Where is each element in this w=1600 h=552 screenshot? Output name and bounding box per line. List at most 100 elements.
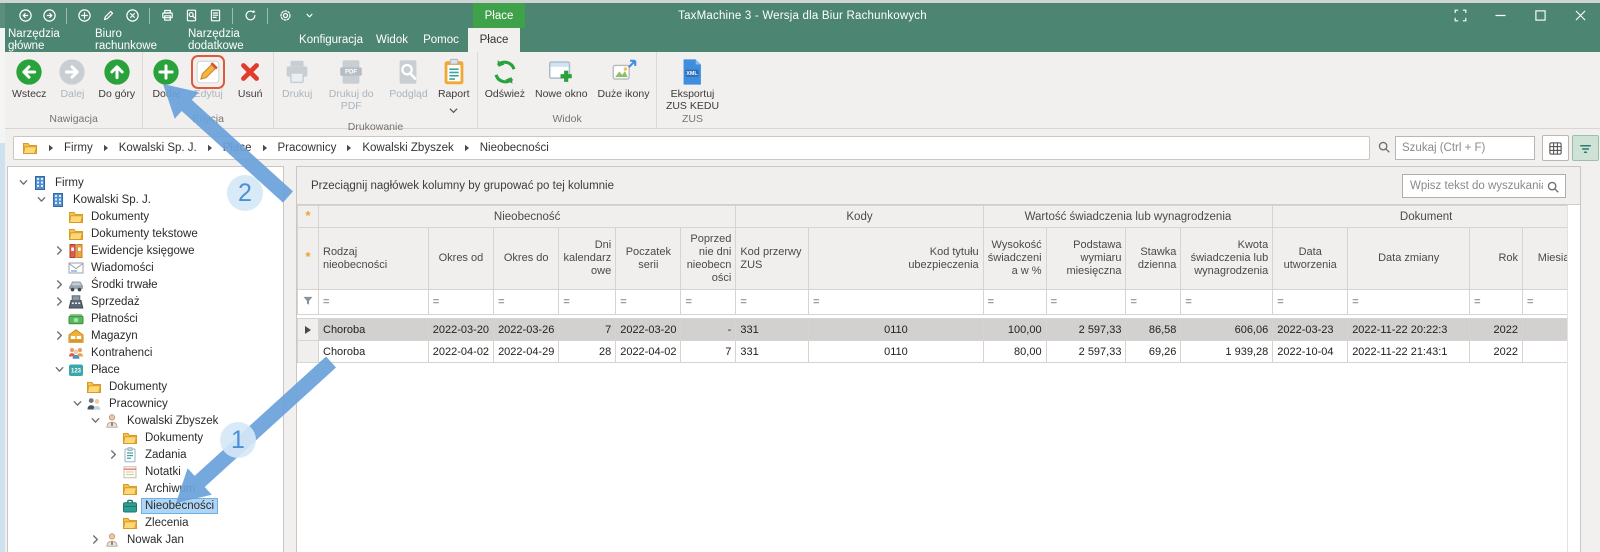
filter-cell[interactable]: = — [1126, 290, 1181, 315]
tree-item-label[interactable]: Nieobecności — [142, 499, 217, 513]
tab-biuro-rachunkowe[interactable]: Biuro rachunkowe — [95, 28, 185, 52]
tree-item-label[interactable]: Pracownicy — [106, 397, 171, 411]
tree-item-środki-trwałe[interactable]: Środki trwałe — [52, 276, 160, 293]
filter-cell[interactable]: = — [1273, 290, 1348, 315]
add-icon[interactable] — [74, 6, 94, 26]
band-header[interactable]: Wartość świadczenia lub wynagrodzenia — [983, 206, 1273, 228]
chevron-right-icon[interactable] — [52, 278, 67, 292]
breadcrumb-item[interactable]: Nieobecności — [478, 142, 551, 154]
tree-item-label[interactable]: Kontrahenci — [88, 346, 155, 360]
cell[interactable]: 331 — [736, 319, 809, 341]
filter-cell[interactable]: = — [559, 290, 616, 315]
tree-item-nowak-jan[interactable]: Nowak Jan — [88, 531, 187, 548]
filter-cell[interactable]: = — [681, 290, 736, 315]
tree-item-label[interactable]: Nowak Jan — [124, 533, 187, 547]
nowe-okno-button[interactable]: Nowe okno — [530, 54, 593, 101]
contextual-tab-header[interactable]: Płace — [473, 3, 525, 28]
tree-item-nieobecności[interactable]: Nieobecności — [106, 497, 217, 514]
cell[interactable]: 2022-03-26 — [494, 319, 559, 341]
tab-widok[interactable]: Widok — [370, 28, 414, 52]
tree-item-dokumenty[interactable]: Dokumenty — [70, 378, 170, 395]
close-button[interactable] — [1560, 3, 1600, 28]
tree-item-kontrahenci[interactable]: Kontrahenci — [52, 344, 155, 361]
dodaj-button[interactable]: Dodaj — [145, 54, 187, 101]
tree-item-label[interactable]: Płatności — [88, 312, 141, 326]
filter-cell[interactable]: = — [1348, 290, 1470, 315]
tree-item-firmy[interactable]: Firmy — [16, 174, 87, 191]
cell[interactable]: 2 597,33 — [1046, 341, 1126, 363]
cell[interactable]: 0110 — [809, 319, 983, 341]
breadcrumb-item[interactable]: Kowalski Zbyszek — [360, 142, 455, 154]
tree-item-label[interactable]: Firmy — [52, 176, 87, 190]
raport-button[interactable]: Raport — [433, 54, 475, 120]
tree-item-wiadomości[interactable]: Wiadomości — [52, 259, 157, 276]
edit-icon[interactable] — [98, 6, 118, 26]
tree-item-archiwum[interactable]: Archiwum — [106, 480, 198, 497]
tree-item-label[interactable]: Kowalski Sp. J. — [70, 193, 154, 207]
chevron-right-icon[interactable] — [106, 448, 121, 462]
filter-cell[interactable]: = — [736, 290, 809, 315]
tree-item-label[interactable]: Dokumenty — [106, 380, 170, 394]
cell[interactable]: 0110 — [809, 341, 983, 363]
tab-płace[interactable]: Płace — [468, 28, 520, 52]
tab-narzędzia-główne[interactable]: Narzędzia główne — [8, 28, 92, 52]
filter-cell[interactable]: = — [616, 290, 681, 315]
cell[interactable]: 331 — [736, 341, 809, 363]
column-header[interactable]: Okres od — [428, 228, 493, 290]
minimize-button[interactable] — [1480, 3, 1520, 28]
do-góry-button[interactable]: Do góry — [93, 54, 140, 101]
filter-funnel-icon[interactable] — [298, 290, 319, 315]
chevron-down-icon[interactable] — [52, 363, 67, 377]
cell[interactable]: 2022-04-29 — [494, 341, 559, 363]
cell[interactable]: 7 — [681, 341, 736, 363]
tree-item-sprzedaż[interactable]: Sprzedaż — [52, 293, 143, 310]
tree-item-magazyn[interactable]: Magazyn — [52, 327, 141, 344]
tab-konfiguracja[interactable]: Konfiguracja — [295, 28, 367, 52]
filter-cell[interactable]: = — [983, 290, 1046, 315]
cell[interactable]: 1 939,28 — [1181, 341, 1273, 363]
eksportuj-zus-kedu-button[interactable]: XMLEksportuj ZUS KEDU — [659, 54, 725, 112]
refresh-icon[interactable] — [240, 6, 260, 26]
band-header[interactable]: Nieobecność — [319, 206, 736, 228]
tree-item-label[interactable]: Dokumenty — [142, 431, 206, 445]
tree-item-label[interactable]: Ewidencje księgowe — [88, 244, 198, 258]
settings-icon[interactable] — [275, 6, 295, 26]
column-header[interactable]: Rodzaj nieobecności — [319, 228, 429, 290]
column-header[interactable]: Dni kalendarzowe — [559, 228, 616, 290]
tree-item-ewidencje-księgowe[interactable]: Ewidencje księgowe — [52, 242, 198, 259]
odśwież-button[interactable]: Odśwież — [480, 54, 530, 101]
chevron-right-icon[interactable] — [88, 533, 103, 547]
print-preview-icon[interactable] — [181, 6, 201, 26]
tree-item-pracownicy[interactable]: Pracownicy — [70, 395, 171, 412]
tree-item-płace[interactable]: 123Płace — [52, 361, 123, 378]
print-icon[interactable] — [157, 6, 177, 26]
tree-item-dokumenty-tekstowe[interactable]: Dokumenty tekstowe — [52, 225, 201, 242]
band-header[interactable]: Kody — [736, 206, 983, 228]
tree-item-label[interactable]: Zlecenia — [142, 516, 191, 530]
breadcrumb-item[interactable]: Firmy — [62, 142, 95, 154]
tree-item-label[interactable]: Sprzedaż — [88, 295, 143, 309]
cell[interactable]: 2022 — [1470, 319, 1523, 341]
tree-item-label[interactable]: Notatki — [142, 465, 184, 479]
breadcrumb-item[interactable]: Kowalski Sp. J. — [117, 142, 199, 154]
chevron-right-icon[interactable] — [52, 244, 67, 258]
delete-icon[interactable] — [122, 6, 142, 26]
table-row[interactable]: Choroba2022-04-022022-04-29282022-04-027… — [298, 341, 1580, 363]
tree-item-label[interactable]: Zadania — [142, 448, 190, 462]
chevron-down-icon[interactable] — [70, 397, 85, 411]
table-row[interactable]: Choroba2022-03-202022-03-2672022-03-20-3… — [298, 319, 1580, 341]
column-header[interactable]: Rok — [1470, 228, 1523, 290]
cell[interactable]: 2022-04-02 — [428, 341, 493, 363]
filter-cell[interactable]: = — [319, 290, 429, 315]
column-header[interactable]: Kod przerwy ZUS — [736, 228, 809, 290]
column-header[interactable]: Kwota świadczenia lub wynagrodzenia — [1181, 228, 1273, 290]
tree-item-label[interactable]: Magazyn — [88, 329, 141, 343]
column-header[interactable]: Wysokość świadczenia w % — [983, 228, 1046, 290]
cell[interactable]: Choroba — [319, 341, 429, 363]
cell[interactable]: 7 — [559, 319, 616, 341]
tree-item-label[interactable]: Archiwum — [142, 482, 198, 496]
chevron-down-icon[interactable] — [34, 193, 49, 207]
cell[interactable]: 86,58 — [1126, 319, 1181, 341]
cell[interactable]: 69,26 — [1126, 341, 1181, 363]
grid-scroll-gutter[interactable] — [1567, 205, 1580, 552]
